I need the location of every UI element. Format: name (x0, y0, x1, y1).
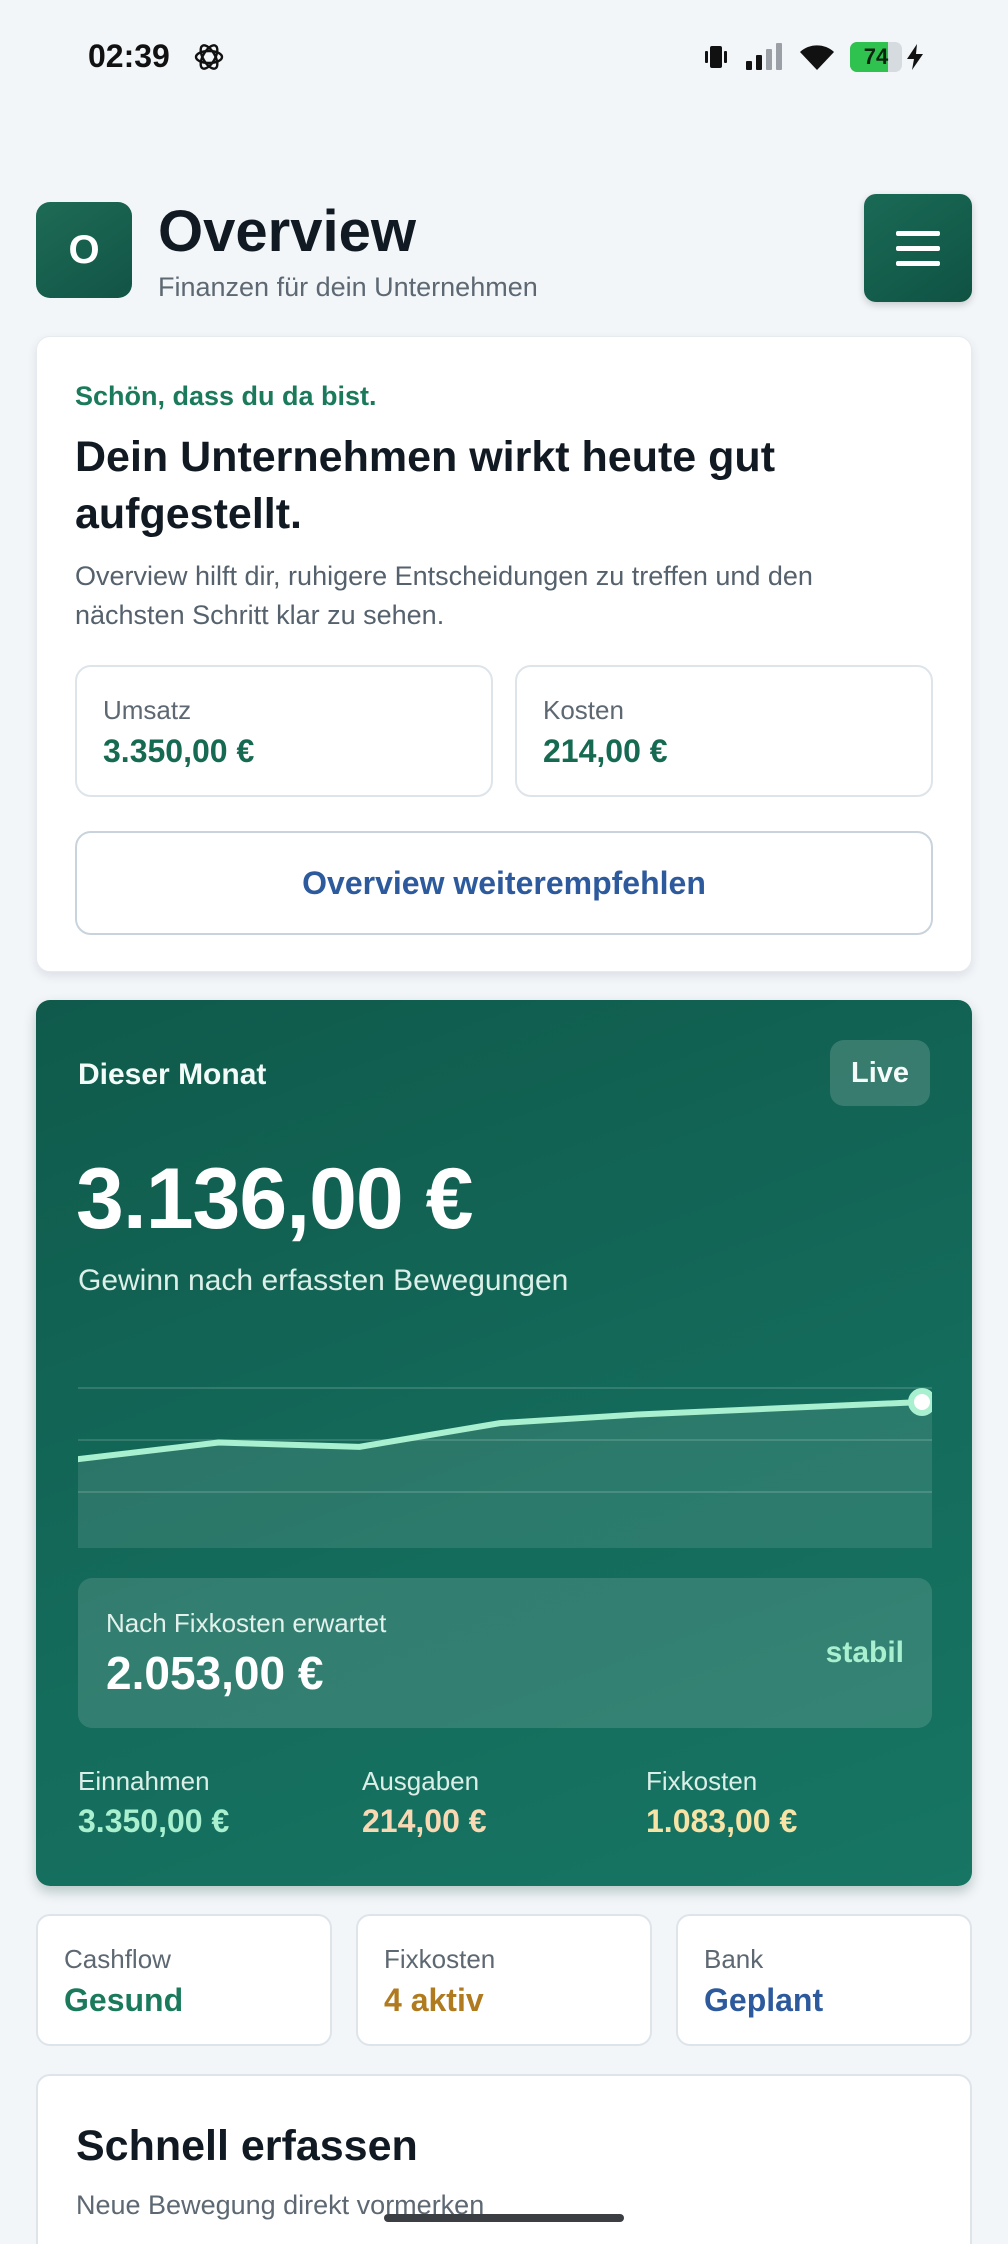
home-indicator[interactable] (384, 2214, 624, 2222)
quick-entry-title: Schnell erfassen (76, 2122, 418, 2170)
profit-subtitle: Gewinn nach erfassten Bewegungen (78, 1264, 569, 1297)
stat-fixkosten: Fixkosten 1.083,00 € (646, 1766, 906, 1840)
month-summary-card[interactable]: Dieser Monat Live 3.136,00 € Gewinn nach… (36, 1000, 972, 1886)
recommend-button[interactable]: Overview weiterempfehlen (75, 831, 933, 935)
chart-end-point (908, 1388, 932, 1416)
stat-label: Einnahmen (78, 1766, 210, 1796)
live-badge: Live (830, 1040, 930, 1106)
menu-button[interactable] (864, 194, 972, 302)
tile-value: Geplant (704, 1982, 824, 2018)
tile-label: Fixkosten (384, 1944, 496, 1974)
openai-icon (194, 44, 224, 70)
tile-cashflow[interactable]: Cashflow Gesund (36, 1914, 332, 2046)
kpi-value: 214,00 € (543, 733, 668, 769)
status-bar: 02:39 74 (0, 0, 1008, 112)
stat-value: 214,00 € (362, 1803, 487, 1839)
tile-label: Cashflow (64, 1944, 171, 1974)
month-title: Dieser Monat (78, 1058, 267, 1091)
kpi-value: 3.350,00 € (103, 733, 255, 769)
expected-value: 2.053,00 € (106, 1647, 324, 1699)
stat-label: Fixkosten (646, 1766, 758, 1796)
profit-chart (78, 1387, 932, 1548)
signal-icon (746, 43, 782, 70)
battery-icon: 74 (850, 42, 924, 72)
vibrate-icon (705, 46, 727, 68)
stat-einnahmen: Einnahmen 3.350,00 € (78, 1766, 338, 1840)
stat-label: Ausgaben (362, 1766, 480, 1796)
welcome-card: Schön, dass du da bist. Dein Unternehmen… (36, 336, 972, 972)
wifi-icon (800, 45, 834, 70)
kpi-kosten: Kosten 214,00 € (515, 665, 933, 797)
welcome-greeting: Schön, dass du da bist. (75, 381, 377, 411)
welcome-headline: Dein Unternehmen wirkt heute gut aufgest… (75, 433, 776, 538)
profit-amount: 3.136,00 € (76, 1151, 473, 1247)
page-title: Overview (158, 199, 416, 264)
tile-label: Bank (704, 1944, 764, 1974)
charging-icon (907, 44, 923, 70)
stat-ausgaben: Ausgaben 214,00 € (362, 1766, 622, 1840)
tile-value: Gesund (64, 1982, 184, 2018)
kpi-label: Kosten (543, 695, 624, 725)
stat-value: 1.083,00 € (646, 1803, 798, 1839)
expected-label: Nach Fixkosten erwartet (106, 1608, 387, 1638)
tile-fixkosten[interactable]: Fixkosten 4 aktiv (356, 1914, 652, 2046)
tile-value: 4 aktiv (384, 1982, 484, 2018)
app-logo[interactable]: O (36, 202, 132, 298)
expected-box: Nach Fixkosten erwartet 2.053,00 € stabi… (78, 1578, 932, 1728)
welcome-text: Overview hilft dir, ruhigere Entscheidun… (75, 561, 813, 630)
status-time: 02:39 (88, 38, 170, 74)
kpi-umsatz: Umsatz 3.350,00 € (75, 665, 493, 797)
tile-bank[interactable]: Bank Geplant (676, 1914, 972, 2046)
page-subtitle: Finanzen für dein Unternehmen (158, 272, 538, 302)
stat-value: 3.350,00 € (78, 1803, 230, 1839)
battery-percent: 74 (863, 44, 889, 69)
app-header: O Overview Finanzen für dein Unternehmen (36, 194, 972, 306)
kpi-label: Umsatz (103, 695, 192, 725)
expected-status: stabil (825, 1636, 904, 1669)
hamburger-icon (896, 230, 940, 236)
